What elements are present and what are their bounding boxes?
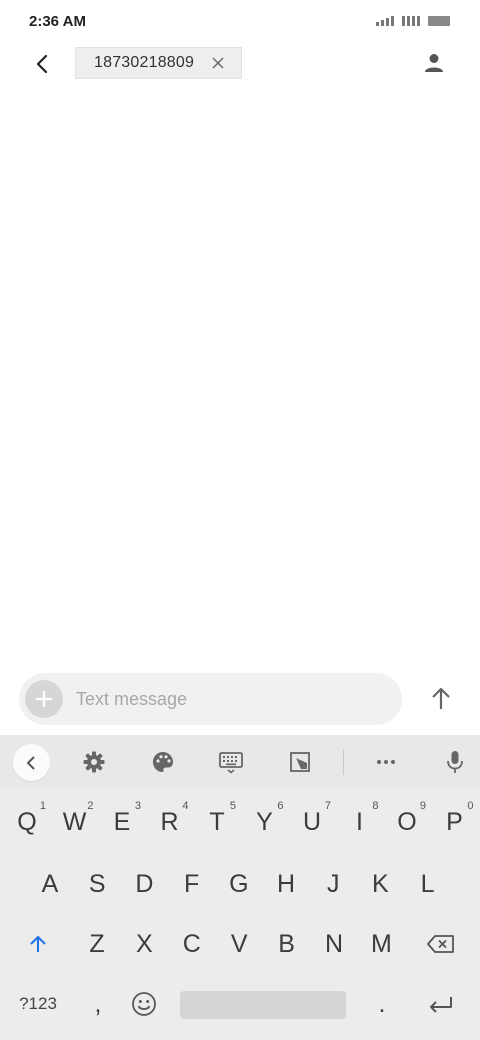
backspace-icon [427, 935, 454, 953]
comma-key[interactable]: , [75, 979, 121, 1029]
recipient-chip[interactable]: 18730218809 [75, 47, 242, 79]
voice-input-button[interactable] [442, 749, 468, 775]
key-label: Q [17, 807, 37, 836]
settings-button[interactable] [81, 749, 107, 775]
key-l[interactable]: L [405, 859, 451, 909]
compose-bar [19, 673, 402, 725]
keyboard-layout-button[interactable] [218, 749, 244, 775]
back-button[interactable] [28, 50, 56, 78]
recipient-number: 18730218809 [94, 54, 195, 71]
emoji-icon [132, 992, 156, 1016]
key-o[interactable]: O9 [384, 797, 430, 847]
symbols-key[interactable]: ?123 [14, 979, 62, 1029]
key-number-hint: 1 [39, 800, 46, 812]
person-icon [425, 54, 443, 72]
microphone-icon [447, 751, 463, 773]
key-a[interactable]: A [27, 859, 73, 909]
key-m[interactable]: M [358, 919, 404, 969]
keyboard: Q1W2E3R4T5Y6U7I8O9P0 ASDFGHJKL ZXCVBNM ?… [0, 735, 480, 1040]
key-label: R [160, 807, 179, 836]
resize-keyboard-button[interactable] [287, 749, 313, 775]
key-number-hint: 7 [324, 800, 331, 812]
plus-icon [36, 691, 52, 707]
key-b[interactable]: B [264, 919, 310, 969]
key-h[interactable]: H [263, 859, 309, 909]
key-k[interactable]: K [357, 859, 403, 909]
key-s[interactable]: S [74, 859, 120, 909]
key-x[interactable]: X [121, 919, 167, 969]
gear-icon [83, 751, 105, 773]
theme-button[interactable] [150, 749, 176, 775]
key-label: O [397, 807, 417, 836]
resize-icon [290, 752, 310, 772]
key-label: W [62, 807, 87, 836]
enter-key[interactable] [418, 979, 464, 1029]
key-number-hint: 2 [87, 800, 94, 812]
signal-icon-2 [402, 15, 420, 26]
key-number-hint: 4 [182, 800, 189, 812]
key-label: I [356, 807, 363, 836]
battery-icon [428, 16, 450, 26]
key-y[interactable]: Y6 [242, 797, 288, 847]
key-f[interactable]: F [169, 859, 215, 909]
keyboard-toolbar [0, 735, 480, 789]
chevron-left-icon [26, 755, 35, 770]
key-p[interactable]: P0 [432, 797, 478, 847]
emoji-key[interactable] [121, 979, 167, 1029]
key-t[interactable]: T5 [194, 797, 240, 847]
key-number-hint: 9 [419, 800, 426, 812]
signal-icon [376, 15, 394, 26]
add-contact-button[interactable] [422, 51, 446, 75]
enter-arrow-icon [430, 997, 452, 1013]
key-number-hint: 6 [277, 800, 284, 812]
conversation-header: 18730218809 [0, 44, 480, 84]
key-z[interactable]: Z [74, 919, 120, 969]
close-icon[interactable] [210, 55, 226, 71]
key-label: Y [256, 807, 273, 836]
key-c[interactable]: C [169, 919, 215, 969]
palette-icon [153, 752, 173, 772]
status-bar: 2:36 AM [0, 0, 480, 44]
key-i[interactable]: I8 [337, 797, 383, 847]
key-label: E [113, 807, 131, 836]
key-number-hint: 0 [467, 800, 474, 812]
key-number-hint: 5 [229, 800, 236, 812]
status-icons [376, 15, 450, 26]
more-options-button[interactable] [373, 749, 399, 775]
key-number-hint: 3 [134, 800, 141, 812]
key-e[interactable]: E3 [99, 797, 145, 847]
back-arrow-icon [36, 54, 48, 74]
shift-key[interactable] [15, 919, 61, 969]
key-n[interactable]: N [311, 919, 357, 969]
key-v[interactable]: V [216, 919, 262, 969]
toolbar-collapse-button[interactable] [13, 744, 50, 781]
backspace-key[interactable] [418, 919, 464, 969]
add-attachment-button[interactable] [25, 680, 63, 718]
more-horiz-icon [377, 760, 395, 764]
toolbar-divider [343, 749, 344, 775]
send-button[interactable] [424, 682, 458, 716]
key-label: T [209, 807, 225, 836]
period-key[interactable]: . [359, 979, 405, 1029]
shift-arrow-icon [30, 936, 46, 952]
status-time: 2:36 AM [29, 13, 86, 30]
arrow-up-icon [432, 687, 450, 709]
key-g[interactable]: G [216, 859, 262, 909]
message-input[interactable] [76, 686, 376, 712]
key-r[interactable]: R4 [147, 797, 193, 847]
keyboard-icon [219, 752, 243, 774]
key-u[interactable]: U7 [289, 797, 335, 847]
key-label: U [302, 807, 322, 836]
key-label: P [446, 807, 463, 836]
key-j[interactable]: J [310, 859, 356, 909]
key-w[interactable]: W2 [52, 797, 98, 847]
space-key[interactable] [180, 991, 346, 1019]
key-number-hint: 8 [372, 800, 379, 812]
key-d[interactable]: D [121, 859, 167, 909]
key-q[interactable]: Q1 [4, 797, 50, 847]
